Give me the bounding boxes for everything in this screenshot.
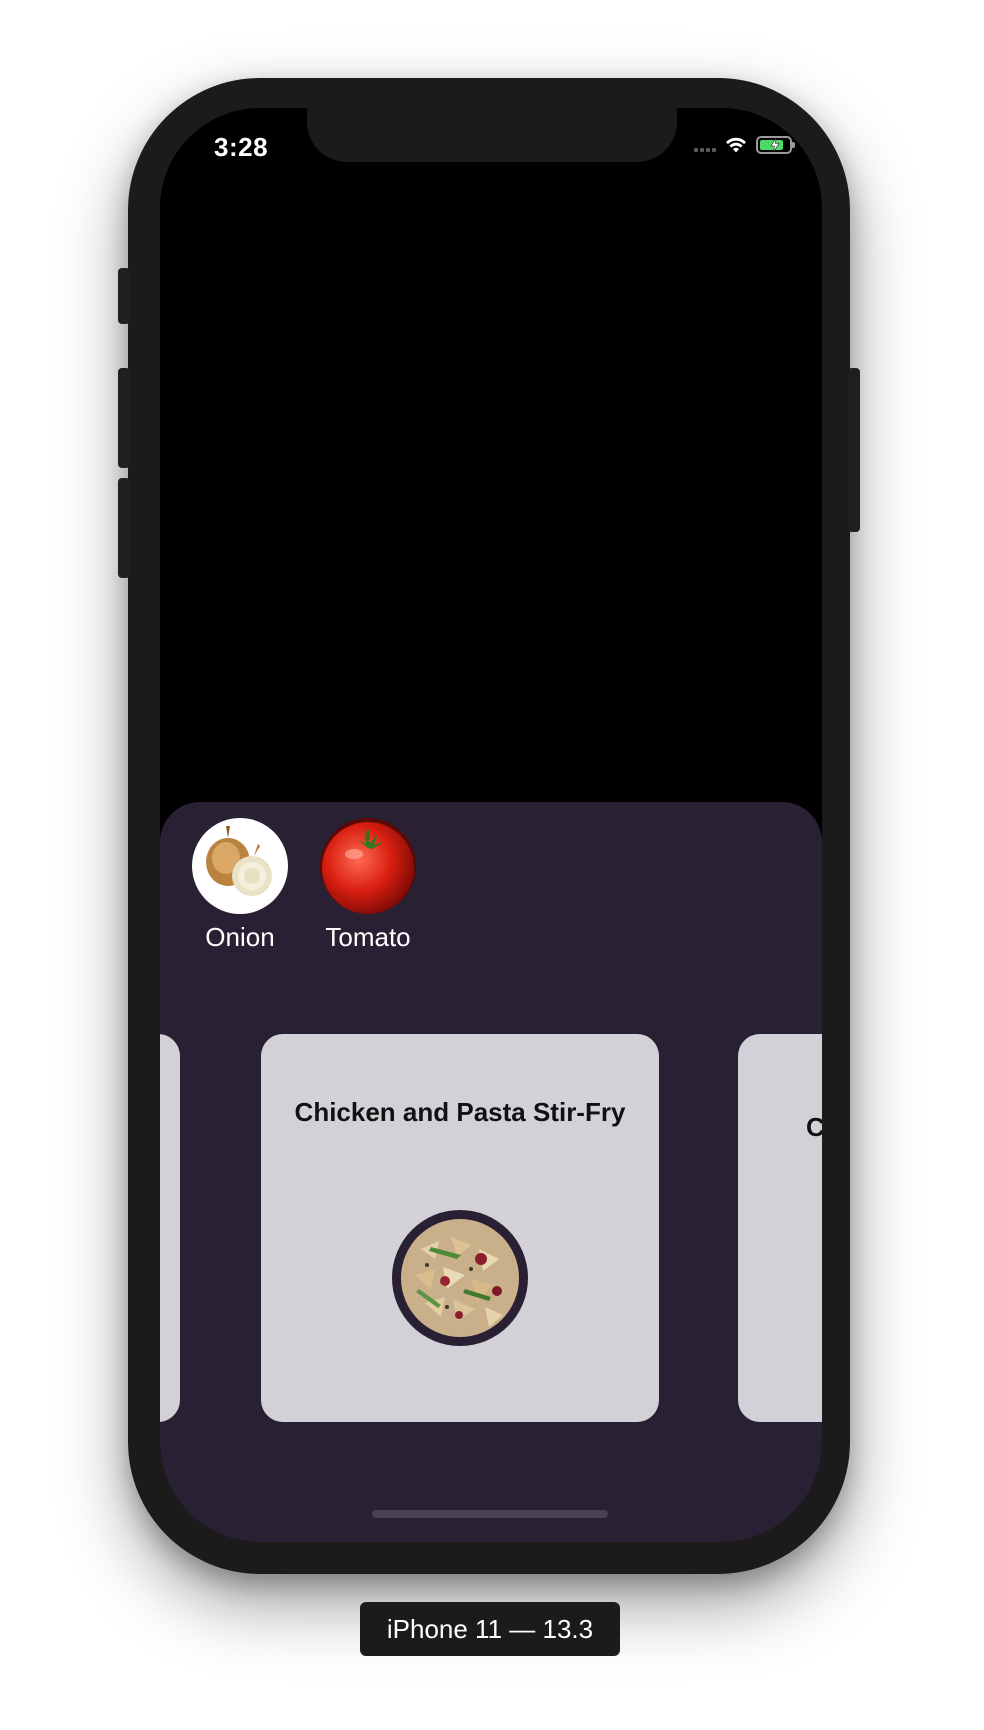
recipe-title: Chicken and Pasta Stir-Fry: [294, 1097, 626, 1127]
power-button: [848, 368, 860, 532]
home-indicator[interactable]: [372, 1510, 608, 1518]
onion-image: [192, 818, 288, 914]
recipe-card-previous[interactable]: [160, 1034, 180, 1422]
ingredient-onion[interactable]: Onion: [176, 818, 304, 953]
battery-icon: [756, 136, 795, 154]
status-icons: [694, 136, 795, 154]
volume-down-button: [118, 478, 130, 578]
simulator-device-label: iPhone 11 — 13.3: [360, 1602, 620, 1656]
charging-bolt-icon: [770, 138, 780, 152]
pasta-dish-image: [401, 1219, 519, 1337]
ingredient-label: Tomato: [325, 922, 411, 952]
ingredient-tomato[interactable]: Tomato: [304, 818, 432, 953]
notch: [307, 108, 677, 162]
recipe-image-frame: [392, 1210, 528, 1346]
recipe-card-next[interactable]: C: [738, 1034, 822, 1422]
recipe-title-partial: C: [806, 1112, 822, 1142]
cellular-signal-icon: [694, 138, 716, 152]
simulator-stage: 3:28 Onion Tomato Chicken and Pasta Stir…: [0, 0, 984, 1730]
ingredient-label: Onion: [205, 922, 275, 952]
device-screen: 3:28 Onion Tomato Chicken and Pasta Stir…: [160, 108, 822, 1542]
mute-switch: [118, 268, 130, 324]
tomato-image: [320, 818, 416, 914]
wifi-icon: [726, 137, 746, 153]
volume-up-button: [118, 368, 130, 468]
status-time: 3:28: [214, 132, 269, 162]
recipe-card-current[interactable]: Chicken and Pasta Stir-Fry: [261, 1034, 659, 1422]
bottom-sheet[interactable]: Onion Tomato Chicken and Pasta Stir-Fry …: [160, 802, 822, 1542]
